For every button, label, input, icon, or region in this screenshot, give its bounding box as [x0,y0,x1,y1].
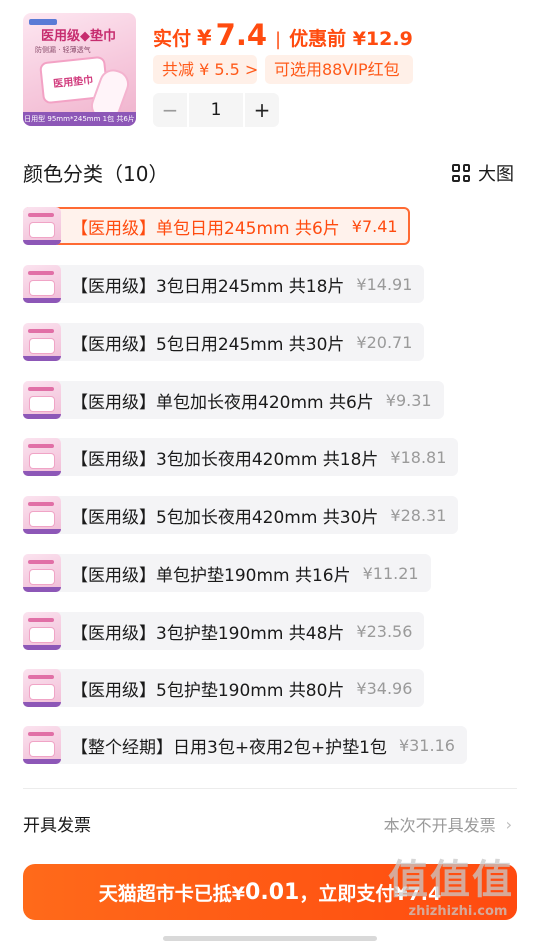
option-name: 【医用级】单包护垫190mm 共16片 [71,565,351,586]
option-item[interactable]: 【医用级】3包护垫190mm 共48片 ¥23.56 [23,612,425,650]
paid-label: 实付 [153,28,192,50]
option-price: ¥18.81 [390,447,447,467]
option-item[interactable]: 【医用级】3包日用245mm 共18片 ¥14.91 [23,265,425,303]
option-price: ¥7.41 [351,216,398,236]
quantity-stepper: − 1 + [153,93,279,127]
option-thumbnail [23,726,61,764]
divider [23,788,517,789]
option-price: ¥9.31 [385,390,432,410]
thumb-spec-bar: 日用型 95mm*245mm 1包 共6片 [23,112,136,126]
color-category-title: 颜色分类（10） [23,162,169,186]
big-image-toggle[interactable]: 大图 [452,160,514,186]
option-thumbnail [23,438,61,476]
option-price: ¥28.31 [390,505,447,525]
invoice-value: 本次不开具发票 [383,816,496,835]
big-image-label: 大图 [478,164,514,185]
invoice-label: 开具发票 [23,816,91,836]
option-item[interactable]: 【医用级】5包加长夜用420mm 共30片 ¥28.31 [23,496,459,534]
option-price: ¥34.96 [356,678,413,698]
option-item[interactable]: 【医用级】5包护垫190mm 共80片 ¥34.96 [23,669,425,707]
watermark: 值值值 zhizhizhi.com [388,858,528,919]
option-item[interactable]: 【医用级】单包日用245mm 共6片 ¥7.41 [23,207,410,245]
original-price: 优惠前 ¥12.9 [289,28,413,50]
option-thumbnail [23,265,61,303]
option-thumbnail [23,612,61,650]
discount-detail-tag[interactable]: 共减 ¥ 5.5 > [153,55,258,84]
option-thumbnail [23,323,61,361]
chevron-right-icon: › [505,814,512,834]
option-thumbnail [23,669,61,707]
increase-button[interactable]: + [245,98,279,122]
option-price: ¥11.21 [362,563,419,583]
pay-card-amount: 0.01 [245,879,300,905]
option-name: 【医用级】3包护垫190mm 共48片 [71,623,345,644]
option-name: 【医用级】5包护垫190mm 共80片 [71,680,345,701]
product-thumbnail[interactable]: 医用级◆垫巾 防侧漏 · 轻薄透气 医用垫巾 日用型 95mm*245mm 1包… [23,13,136,126]
option-name: 【医用级】3包日用245mm 共18片 [71,276,345,297]
option-item[interactable]: 【医用级】3包加长夜用420mm 共18片 ¥18.81 [23,438,459,476]
option-item[interactable]: 【医用级】单包护垫190mm 共16片 ¥11.21 [23,554,431,592]
price-row: 实付 ¥ 7.4 | 优惠前 ¥12.9 [153,18,413,52]
option-price: ¥23.56 [356,621,413,641]
option-name: 【整个经期】日用3包+夜用2包+护垫1包 [71,737,387,758]
package-label: 医用垫巾 [52,75,94,91]
option-thumbnail [23,381,61,419]
grid-icon [452,164,470,182]
currency-symbol: ¥ [197,26,212,50]
option-name: 【医用级】5包日用245mm 共30片 [71,334,345,355]
watermark-logo: 值值值 [388,857,514,903]
home-indicator[interactable] [163,936,377,941]
price-separator: | [275,29,282,50]
paid-price: 7.4 [215,18,268,52]
option-name: 【医用级】单包日用245mm 共6片 [71,218,340,239]
invoice-selector[interactable]: 本次不开具发票 › [384,812,512,836]
option-price: ¥14.91 [356,274,413,294]
option-name: 【医用级】单包加长夜用420mm 共6片 [71,392,374,413]
option-price: ¥31.16 [398,735,455,755]
option-price: ¥20.71 [356,332,413,352]
option-item[interactable]: 【医用级】单包加长夜用420mm 共6片 ¥9.31 [23,381,444,419]
quantity-input[interactable]: 1 [187,93,245,127]
option-item[interactable]: 【整个经期】日用3包+夜用2包+护垫1包 ¥31.16 [23,726,467,764]
pay-prefix: 天猫超市卡已抵¥ [98,882,246,905]
watermark-url: zhizhizhi.com [408,904,508,919]
option-thumbnail [23,496,61,534]
option-name: 【医用级】3包加长夜用420mm 共18片 [71,449,379,470]
thumb-subtitle: 防侧漏 · 轻薄透气 [35,46,91,54]
option-thumbnail [23,554,61,592]
option-item[interactable]: 【医用级】5包日用245mm 共30片 ¥20.71 [23,323,425,361]
option-name: 【医用级】5包加长夜用420mm 共30片 [71,507,379,528]
thumb-title: 医用级◆垫巾 [41,29,116,44]
option-thumbnail [23,207,61,245]
vip-redpacket-tag[interactable]: 可选用88VIP红包 [265,55,413,84]
decrease-button[interactable]: − [153,98,187,122]
